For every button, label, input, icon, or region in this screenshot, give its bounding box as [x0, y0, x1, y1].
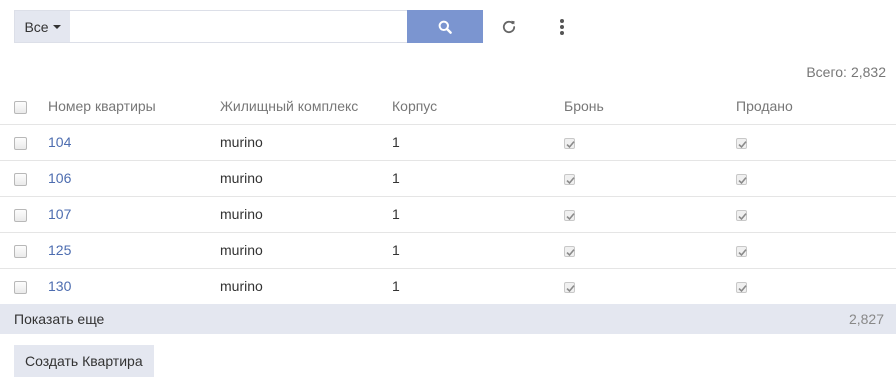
apartments-table: Номер квартиры Жилищный комплекс Корпус … — [0, 88, 896, 305]
sold-checkbox — [736, 245, 747, 257]
reserved-cell — [564, 160, 736, 197]
remaining-count: 2,827 — [848, 311, 884, 327]
reserved-checkbox — [564, 245, 575, 257]
column-header-complex[interactable]: Жилищный комплекс — [220, 88, 392, 125]
row-select-cell — [0, 196, 48, 233]
row-select-checkbox[interactable] — [14, 172, 27, 186]
row-select-checkbox[interactable] — [14, 280, 27, 294]
row-select-cell — [0, 124, 48, 161]
table-row[interactable]: 104 murino 1 — [0, 124, 896, 161]
reserved-checkbox — [564, 209, 575, 221]
row-select-checkbox[interactable] — [14, 208, 27, 222]
reserved-checkbox — [564, 281, 575, 293]
reserved-cell — [564, 268, 736, 305]
select-all-checkbox[interactable] — [14, 100, 27, 114]
building-cell: 1 — [392, 124, 564, 161]
complex-cell: murino — [220, 124, 392, 161]
reserved-checkbox — [564, 137, 575, 149]
sold-checkbox — [736, 137, 747, 149]
building-cell: 1 — [392, 268, 564, 305]
search-button[interactable] — [407, 10, 483, 43]
total-value: 2,832 — [850, 64, 886, 80]
table-row[interactable]: 106 murino 1 — [0, 160, 896, 197]
table-header-row: Номер квартиры Жилищный комплекс Корпус … — [0, 88, 896, 125]
apartment-number-cell: 130 — [48, 268, 220, 305]
row-select-checkbox[interactable] — [14, 136, 27, 150]
apartment-number-link[interactable]: 106 — [48, 170, 71, 186]
table-row[interactable]: 125 murino 1 — [0, 232, 896, 269]
caret-down-icon — [52, 25, 61, 29]
complex-cell: murino — [220, 196, 392, 233]
refresh-icon — [502, 20, 515, 33]
apartment-number-cell: 107 — [48, 196, 220, 233]
show-more-label: Показать еще — [14, 311, 105, 327]
search-input[interactable] — [70, 10, 407, 43]
search-icon — [438, 20, 452, 34]
complex-cell: murino — [220, 232, 392, 269]
sold-cell — [736, 160, 896, 197]
column-header-reserved[interactable]: Бронь — [564, 88, 736, 125]
sold-cell — [736, 124, 896, 161]
filter-dropdown-label: Все — [24, 18, 49, 35]
complex-cell: murino — [220, 160, 392, 197]
apartment-number-cell: 125 — [48, 232, 220, 269]
column-header-building[interactable]: Корпус — [392, 88, 564, 125]
building-cell: 1 — [392, 232, 564, 269]
table-row[interactable]: 107 murino 1 — [0, 196, 896, 233]
complex-cell: murino — [220, 268, 392, 305]
sold-cell — [736, 268, 896, 305]
apartment-number-link[interactable]: 107 — [48, 206, 71, 222]
apartment-number-cell: 106 — [48, 160, 220, 197]
select-all-cell — [0, 88, 48, 125]
building-cell: 1 — [392, 196, 564, 233]
apartment-number-link[interactable]: 125 — [48, 242, 71, 258]
more-vertical-icon — [559, 18, 564, 35]
refresh-button[interactable] — [492, 10, 525, 43]
reserved-cell — [564, 124, 736, 161]
row-select-cell — [0, 268, 48, 305]
filter-dropdown-button[interactable]: Все — [14, 10, 70, 43]
column-header-number[interactable]: Номер квартиры — [48, 88, 220, 125]
sold-cell — [736, 196, 896, 233]
column-header-sold[interactable]: Продано — [736, 88, 896, 125]
total-count: Всего: 2,832 — [806, 64, 886, 80]
sold-checkbox — [736, 281, 747, 293]
reserved-cell — [564, 232, 736, 269]
reserved-checkbox — [564, 173, 575, 185]
table-row[interactable]: 130 murino 1 — [0, 268, 896, 305]
row-select-checkbox[interactable] — [14, 244, 27, 258]
sold-checkbox — [736, 173, 747, 185]
reserved-cell — [564, 196, 736, 233]
apartment-number-link[interactable]: 104 — [48, 134, 71, 150]
apartment-number-link[interactable]: 130 — [48, 278, 71, 294]
apartment-number-cell: 104 — [48, 124, 220, 161]
more-options-button[interactable] — [545, 10, 578, 43]
building-cell: 1 — [392, 160, 564, 197]
create-apartment-button[interactable]: Создать Квартира — [14, 345, 154, 377]
sold-checkbox — [736, 209, 747, 221]
search-toolbar: Все — [14, 10, 483, 43]
show-more-bar[interactable]: Показать еще 2,827 — [0, 304, 896, 334]
total-label: Всего: — [806, 64, 847, 80]
row-select-cell — [0, 160, 48, 197]
sold-cell — [736, 232, 896, 269]
row-select-cell — [0, 232, 48, 269]
